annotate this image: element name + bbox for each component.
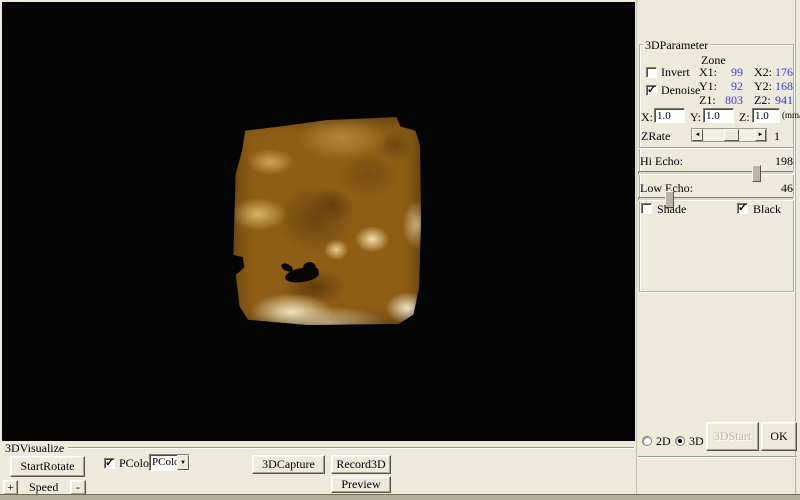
zone-x2-label: X2: <box>754 65 772 80</box>
zone-y2-label: Y2: <box>754 79 772 94</box>
pcolor-checkbox[interactable]: ✓ <box>104 458 115 469</box>
pcolor-label: PColor <box>119 456 153 471</box>
y-scale-label: Y: <box>690 110 701 125</box>
mode-2d-radio[interactable] <box>642 436 652 446</box>
hi-echo-value: 198 <box>757 154 793 169</box>
low-echo-value: 46 <box>757 181 793 196</box>
window-bottom-edge <box>0 494 800 500</box>
groupbox-top-line <box>68 447 634 449</box>
denoise-checkbox[interactable]: ✓ <box>646 85 657 96</box>
shade-label: Shade <box>657 202 686 217</box>
3dvisualize-group-label: 3DVisualize <box>5 441 64 456</box>
record3d-button[interactable]: Record3D <box>331 455 391 474</box>
mode-3d-radio[interactable] <box>675 436 685 446</box>
pcolor-dropdown[interactable]: PColor ▼ <box>149 454 190 471</box>
zone-z1-value: 803 <box>717 93 743 108</box>
y-scale-input[interactable] <box>703 108 734 123</box>
parameter-panel: 3DParameter ✓ Invert ✓ Denoise Zone X1: … <box>636 0 798 494</box>
zrate-label: ZRate <box>641 129 670 144</box>
z-scale-label: Z: <box>739 110 750 125</box>
zrate-right-arrow[interactable]: ► <box>755 129 766 141</box>
dropdown-arrow-button[interactable]: ▼ <box>177 455 189 470</box>
zone-x1-value: 99 <box>717 65 743 80</box>
3d-viewport[interactable] <box>2 2 635 441</box>
divider <box>639 147 793 149</box>
zone-x2-value: 176 <box>771 65 793 80</box>
visualize-panel: 3DVisualize StartRotate + Speed - ✓ PCol… <box>0 441 636 494</box>
low-echo-slider[interactable] <box>638 197 794 201</box>
preview-button[interactable]: Preview <box>331 476 391 493</box>
mode-2d-label: 2D <box>656 434 671 449</box>
x-scale-input[interactable] <box>654 108 685 123</box>
3dparameter-group-label: 3DParameter <box>643 38 710 53</box>
app-window: 3DParameter ✓ Invert ✓ Denoise Zone X1: … <box>0 0 800 500</box>
divider <box>638 456 797 458</box>
zrate-left-arrow[interactable]: ◄ <box>692 129 703 141</box>
zrate-scrollbar[interactable]: ◄ ► <box>691 128 767 142</box>
check-icon: ✓ <box>738 201 747 214</box>
speed-minus-button[interactable]: - <box>70 480 86 495</box>
zone-y1-value: 92 <box>717 79 743 94</box>
hi-echo-slider[interactable] <box>638 171 794 175</box>
zone-z2-label: Z2: <box>754 93 771 108</box>
radio-dot-icon <box>678 439 682 443</box>
check-icon: ✓ <box>647 83 656 96</box>
shade-checkbox[interactable]: ✓ <box>641 203 652 214</box>
start-rotate-button[interactable]: StartRotate <box>10 456 85 477</box>
zrate-value: 1 <box>774 129 780 144</box>
black-label: Black <box>753 202 781 217</box>
invert-checkbox[interactable]: ✓ <box>646 67 657 78</box>
3dcapture-button[interactable]: 3DCapture <box>252 455 325 474</box>
invert-label: Invert <box>661 65 690 80</box>
zrate-thumb[interactable] <box>724 129 739 141</box>
denoise-label: Denoise <box>661 83 700 98</box>
speed-plus-button[interactable]: + <box>3 480 18 495</box>
zone-y1-label: Y1: <box>699 79 717 94</box>
zone-z2-value: 941 <box>771 93 793 108</box>
speed-label: Speed <box>29 480 58 495</box>
zone-z1-label: Z1: <box>699 93 716 108</box>
chevron-down-icon: ▼ <box>180 460 186 466</box>
z-scale-input[interactable] <box>752 108 780 123</box>
hi-echo-label: Hi Echo: <box>640 154 683 169</box>
check-icon: ✓ <box>105 456 114 469</box>
panel-edge <box>795 0 796 494</box>
ok-button[interactable]: OK <box>761 422 797 451</box>
3d-ultrasound-render <box>233 116 421 325</box>
hi-echo-thumb[interactable] <box>752 165 761 182</box>
x-scale-label: X: <box>641 110 653 125</box>
3dstart-button[interactable]: 3DStart <box>706 422 759 451</box>
scale-unit-label: (mm/p) <box>782 110 800 120</box>
mode-3d-label: 3D <box>689 434 704 449</box>
black-checkbox[interactable]: ✓ <box>737 203 748 214</box>
zone-y2-value: 168 <box>771 79 793 94</box>
render-dark-hole <box>303 262 316 275</box>
zone-x1-label: X1: <box>699 65 717 80</box>
right-arrow-icon: ► <box>758 132 764 138</box>
left-arrow-icon: ◄ <box>695 132 701 138</box>
